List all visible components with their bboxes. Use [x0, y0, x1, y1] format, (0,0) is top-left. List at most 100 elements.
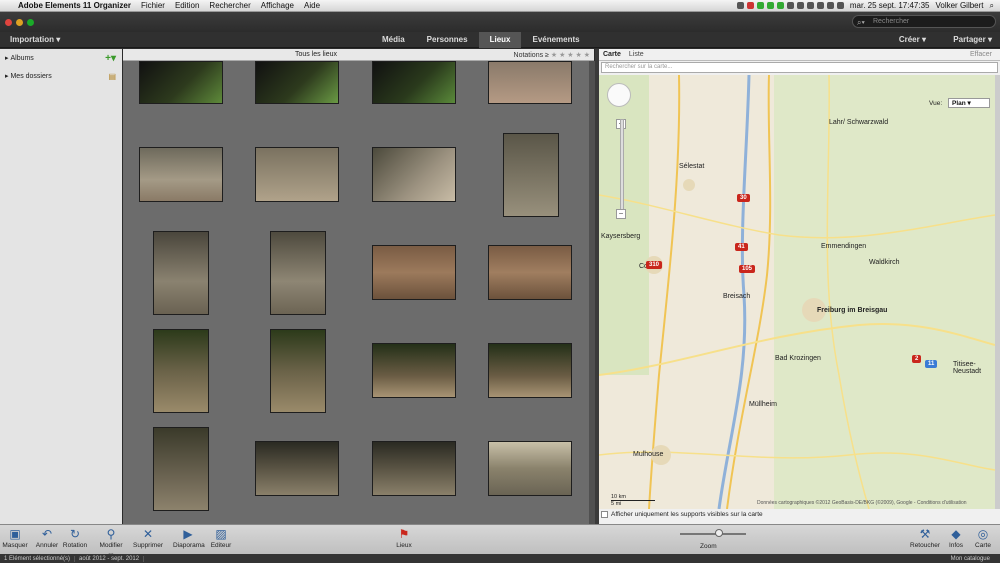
map-pin[interactable]: 2: [912, 355, 922, 363]
diaporama-button[interactable]: ▶ Diaporama: [173, 527, 205, 549]
app-name[interactable]: Adobe Elements 11 Organizer: [18, 1, 131, 10]
map-pin[interactable]: 11: [925, 360, 938, 368]
zoom-slider-knob[interactable]: [715, 529, 723, 537]
user-name[interactable]: Volker Gilbert: [935, 1, 983, 10]
tab-carte[interactable]: Carte: [599, 51, 625, 58]
grid-title: Tous les lieux: [295, 51, 338, 58]
spotlight-icon[interactable]: ⌕: [990, 1, 994, 11]
photo-thumbnail[interactable]: [153, 427, 209, 511]
folders-row[interactable]: ▸ Mes dossiers ▤: [0, 67, 122, 85]
tab-media[interactable]: Média: [371, 32, 416, 48]
retoucher-button[interactable]: ⚒ Retoucher: [910, 527, 940, 549]
status-bar: 1 Elément sélectionné(s) août 2012 - sep…: [0, 554, 1000, 563]
tab-lieux[interactable]: Lieux: [478, 32, 522, 48]
creer-button[interactable]: Créer ▾: [899, 35, 926, 44]
masquer-button[interactable]: ▣ Masquer: [0, 527, 30, 549]
city-label: Breisach: [723, 293, 751, 300]
rotation-button[interactable]: ↻ Rotation: [60, 527, 90, 549]
infos-button[interactable]: ◆ Infos: [941, 527, 971, 549]
menu-affichage[interactable]: Affichage: [261, 1, 294, 10]
photo-thumbnail[interactable]: [270, 231, 326, 315]
partager-button[interactable]: Partager ▾: [953, 35, 992, 44]
photo-thumbnail[interactable]: [255, 147, 339, 202]
photo-thumbnail[interactable]: [153, 329, 209, 413]
photo-thumbnail[interactable]: [372, 61, 456, 104]
supprimer-button[interactable]: ✕ Supprimer: [133, 527, 163, 549]
rating-filter[interactable]: Notations ≥ ★ ★ ★ ★ ★: [514, 51, 590, 59]
importation-button[interactable]: Importation ▾: [10, 35, 60, 44]
photo-grid: [123, 61, 589, 536]
location-icon: ⚲: [106, 527, 116, 541]
map-scale: 10 km 5 mi: [611, 494, 655, 507]
lieux-button[interactable]: ⚑ Lieux: [389, 527, 419, 549]
map-zoom-slider[interactable]: [620, 119, 624, 219]
close-window-button[interactable]: [5, 18, 12, 26]
carte-button[interactable]: ◎ Carte: [968, 527, 998, 549]
map-pin[interactable]: 310: [646, 261, 663, 269]
photo-thumbnail[interactable]: [488, 441, 572, 496]
grid-header: Tous les lieux Notations ≥ ★ ★ ★ ★ ★: [123, 49, 594, 61]
map-pin[interactable]: 30: [737, 194, 750, 202]
search-icon: ⌕▾: [857, 18, 865, 27]
photo-thumbnail[interactable]: [488, 61, 572, 104]
folders-label: Mes dossiers: [10, 72, 52, 80]
zoom-window-button[interactable]: [27, 18, 34, 26]
photo-thumbnail[interactable]: [270, 329, 326, 413]
map-pan-control[interactable]: [607, 83, 631, 107]
photo-thumbnail[interactable]: [372, 147, 456, 202]
add-place-icon: ⚑: [398, 527, 410, 541]
minimize-window-button[interactable]: [16, 18, 23, 26]
photo-thumbnail[interactable]: [488, 245, 572, 300]
status-tray-icons[interactable]: [736, 2, 844, 9]
tab-liste[interactable]: Liste: [625, 51, 648, 58]
photo-thumbnail[interactable]: [488, 343, 572, 398]
photo-thumbnail[interactable]: [372, 441, 456, 496]
tag-icon: ◆: [951, 527, 961, 541]
albums-label: Albums: [10, 54, 34, 62]
delete-icon: ✕: [142, 527, 154, 541]
search-input[interactable]: ⌕▾ Rechercher: [852, 15, 996, 28]
tab-evenements[interactable]: Evénements: [521, 32, 590, 48]
photo-thumbnail[interactable]: [255, 441, 339, 496]
rotate-icon: ↻: [69, 527, 81, 541]
tab-personnes[interactable]: Personnes: [416, 32, 479, 48]
menu-aide[interactable]: Aide: [304, 1, 320, 10]
map-scrollbar[interactable]: [995, 75, 1000, 509]
photo-thumbnail[interactable]: [139, 61, 223, 104]
zoom-label: Zoom: [700, 543, 717, 550]
add-album-icon[interactable]: +▾: [105, 53, 116, 64]
map-pin[interactable]: 41: [735, 243, 748, 251]
panel-icon: ▣: [9, 527, 21, 541]
city-label: Mulhouse: [633, 451, 664, 458]
editeur-button[interactable]: ▨ Editeur: [206, 527, 236, 549]
map-footer[interactable]: Afficher uniquement les supports visible…: [601, 511, 763, 518]
albums-row[interactable]: ▸ Albums +▾: [0, 49, 122, 67]
photo-thumbnail[interactable]: [153, 231, 209, 315]
clear-button[interactable]: Effacer: [970, 51, 1000, 58]
map-view[interactable]: + − Vue: Plan ▾ Sélestat Colmar Freiburg…: [599, 75, 995, 509]
play-icon: ▶: [183, 527, 193, 541]
photo-thumbnail[interactable]: [503, 133, 559, 217]
menu-rechercher[interactable]: Rechercher: [209, 1, 250, 10]
map-zoom-out-button[interactable]: −: [616, 209, 626, 219]
photo-thumbnail[interactable]: [139, 147, 223, 202]
view-label: Vue:: [929, 100, 943, 107]
visible-only-checkbox[interactable]: [601, 511, 608, 518]
map-search-input[interactable]: Rechercher sur la carte...: [601, 62, 998, 73]
folder-view-icon[interactable]: ▤: [108, 72, 116, 81]
map-copyright: Données cartographiques ©2012 GeoBasis-D…: [757, 500, 967, 506]
catalog-name[interactable]: Mon catalogue: [947, 556, 1000, 562]
photo-thumbnail[interactable]: [372, 343, 456, 398]
map-pin[interactable]: 105: [739, 265, 756, 273]
map-header: Carte Liste Effacer: [599, 49, 1000, 61]
menu-fichier[interactable]: Fichier: [141, 1, 165, 10]
view-select[interactable]: Plan ▾: [948, 98, 990, 108]
modifier-button[interactable]: ⚲ Modifier ...: [96, 527, 126, 556]
zoom-slider[interactable]: [680, 533, 746, 535]
photo-thumbnail[interactable]: [255, 61, 339, 104]
clock[interactable]: mar. 25 sept. 17:47:35: [850, 1, 930, 10]
mac-menubar: Adobe Elements 11 Organizer Fichier Edit…: [0, 0, 1000, 12]
annuler-button[interactable]: ↶ Annuler: [32, 527, 62, 549]
menu-edition[interactable]: Edition: [175, 1, 199, 10]
photo-thumbnail[interactable]: [372, 245, 456, 300]
